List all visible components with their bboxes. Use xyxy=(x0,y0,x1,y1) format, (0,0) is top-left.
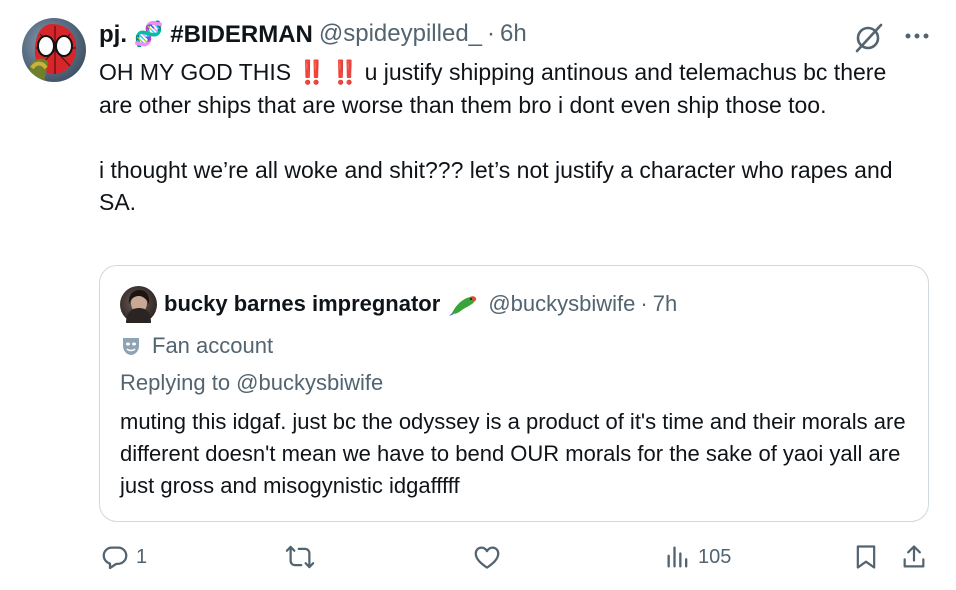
tweet-paragraph-1: OH MY GOD THIS ‼️ ‼️ u justify shipping … xyxy=(99,56,919,121)
fan-account-badge: Fan account xyxy=(120,331,273,361)
bookmark-button[interactable] xyxy=(852,537,880,577)
grok-icon[interactable] xyxy=(852,20,886,54)
like-icon xyxy=(474,546,500,569)
reply-count: 1 xyxy=(136,545,148,568)
tweet-paragraph-2: i thought we’re all woke and shit??? let… xyxy=(99,156,893,216)
double-exclamation-emoji: ‼️ ‼️ xyxy=(297,59,360,85)
share-icon xyxy=(903,545,925,568)
tweet-text: OH MY GOD THIS ‼️ ‼️ u justify shipping … xyxy=(99,56,919,219)
reply-icon xyxy=(102,546,128,570)
avatar-image xyxy=(28,24,77,82)
retweet-button[interactable] xyxy=(284,537,322,577)
views-icon xyxy=(667,546,688,568)
user-handle[interactable]: @spideypilled_ xyxy=(319,20,482,48)
tweet-text-part: OH MY GOD THIS xyxy=(99,59,298,85)
quote-timestamp[interactable]: 7h xyxy=(653,291,677,317)
like-button[interactable] xyxy=(472,537,508,577)
quote-avatar[interactable] xyxy=(120,286,157,323)
display-name[interactable]: pj. 🧬 #BIDERMAN xyxy=(99,20,313,49)
quote-user-handle[interactable]: @buckysbiwife xyxy=(488,291,635,317)
parrot-icon xyxy=(449,296,477,316)
quote-text: muting this idgaf. just bc the odyssey i… xyxy=(120,409,906,498)
quoted-tweet[interactable]: bucky barnes impregnator @buckysbiwife ·… xyxy=(99,265,929,522)
fan-account-label: Fan account xyxy=(152,333,274,358)
share-button[interactable] xyxy=(900,537,928,577)
quote-header: bucky barnes impregnator @buckysbiwife ·… xyxy=(164,288,677,320)
avatar[interactable] xyxy=(22,18,86,82)
views-button[interactable]: 105 xyxy=(664,537,731,577)
replying-to[interactable]: Replying to @buckysbiwife xyxy=(120,370,383,396)
more-icon[interactable] xyxy=(900,22,934,50)
separator: · xyxy=(487,20,496,47)
action-bar: 1 105 xyxy=(0,537,956,577)
view-count: 105 xyxy=(698,545,732,568)
timestamp[interactable]: 6h xyxy=(500,20,527,48)
retweet-icon xyxy=(285,545,315,569)
mask-icon xyxy=(123,338,139,355)
reply-button[interactable]: 1 xyxy=(100,537,147,577)
bookmark-icon xyxy=(856,545,876,569)
quote-avatar-image xyxy=(126,290,151,323)
quote-display-name[interactable]: bucky barnes impregnator xyxy=(164,291,440,317)
quote-separator: · xyxy=(640,291,648,316)
tweet-header: pj. 🧬 #BIDERMAN @spideypilled_ · 6h xyxy=(99,18,527,50)
